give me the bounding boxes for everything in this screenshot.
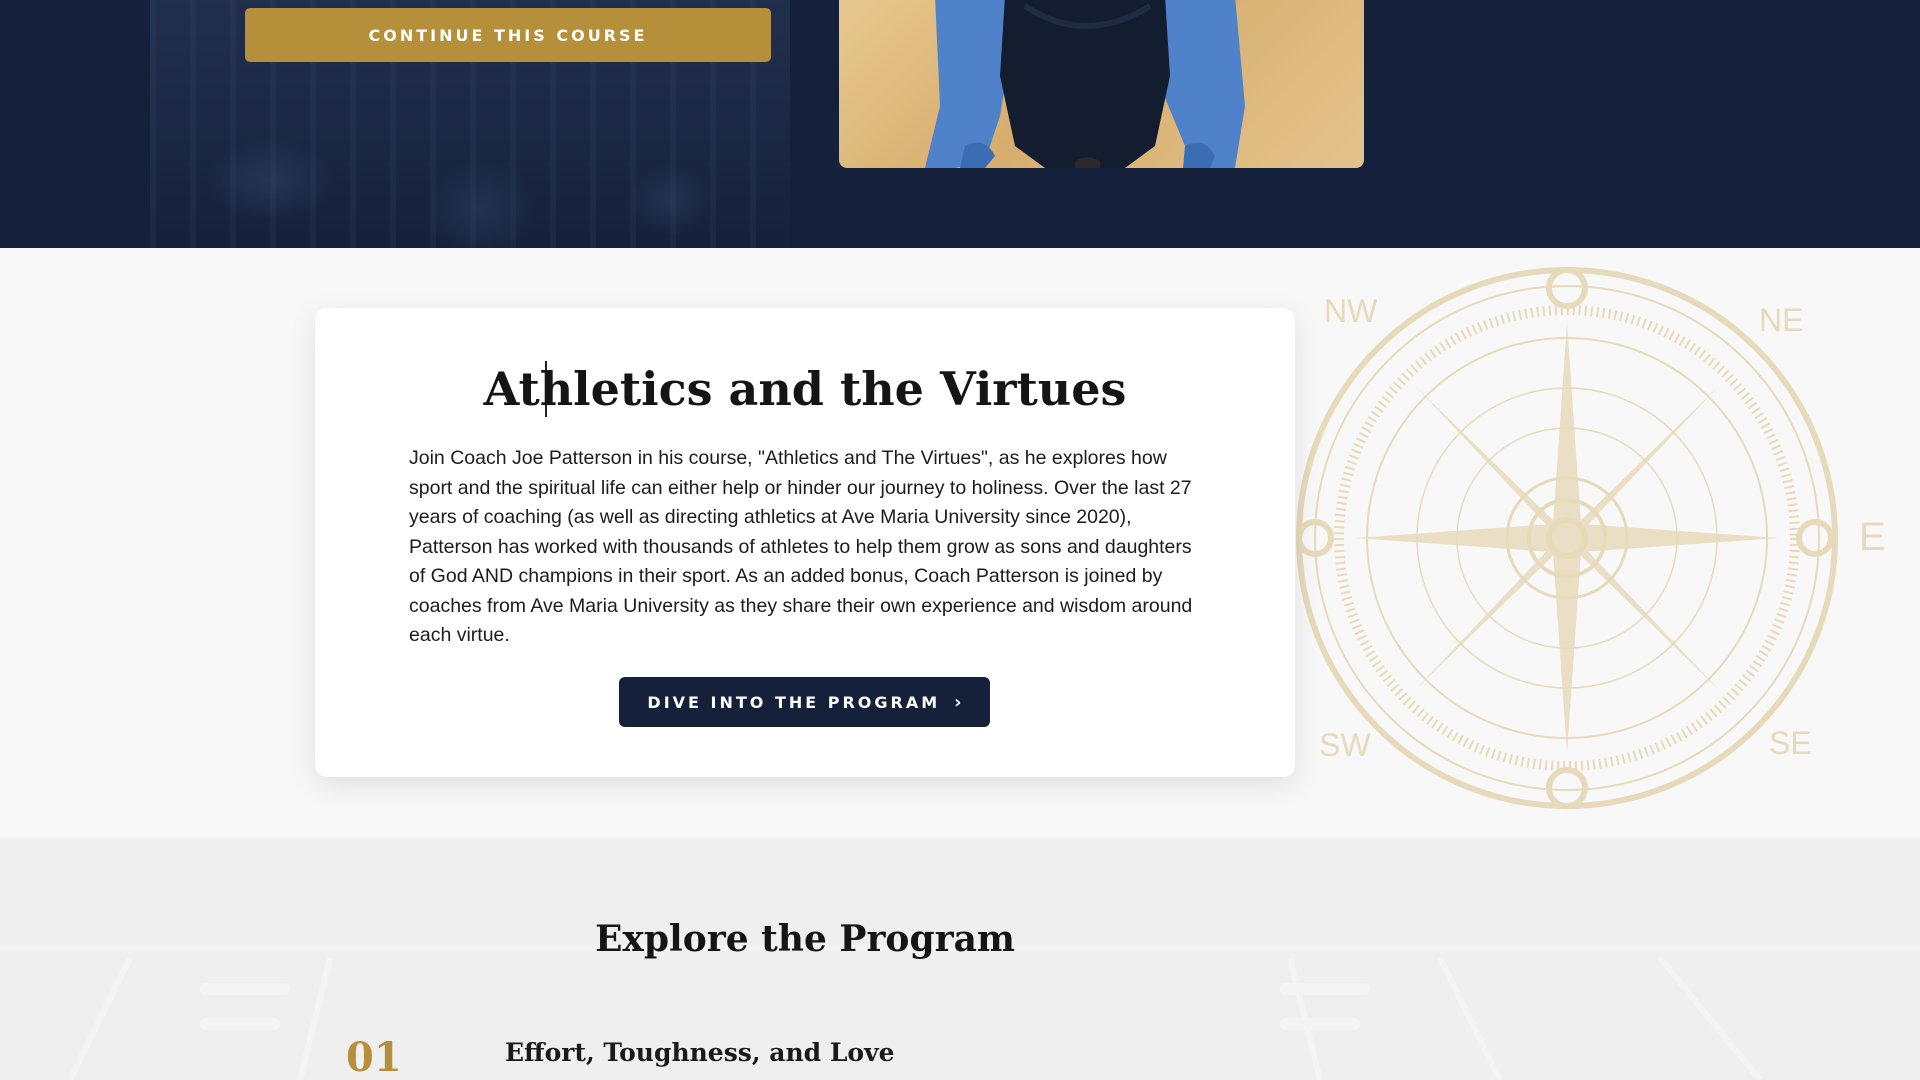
module-title[interactable]: Effort, Toughness, and Love [505,1038,895,1067]
dive-button-label: DIVE INTO THE PROGRAM [647,692,941,712]
explore-section: Explore the Program 01 Effort, Toughness… [0,838,1920,1080]
course-title: Athletics and the Virtues [483,362,1127,416]
chevron-right-icon: › [954,691,962,713]
instructor-photo [839,0,1364,168]
compass-label-e: E [1859,515,1886,559]
compass-label-se: SE [1769,725,1812,761]
continue-course-button[interactable]: CONTINUE THIS COURSE [245,8,771,62]
dive-into-program-button[interactable]: DIVE INTO THE PROGRAM › [619,677,990,727]
instructor-figure [925,0,1245,168]
compass-label-sw: SW [1319,727,1371,763]
module-number: 01 [346,1034,402,1080]
compass-decoration-icon: NW NE SW SE E [1296,267,1886,809]
about-section: NW NE SW SE E Athletics and the Virtues … [0,248,1920,838]
course-description: Join Coach Joe Patterson in his course, … [409,447,1193,646]
hero-section: CONTINUE THIS COURSE [0,0,1920,248]
compass-label-nw: NW [1324,293,1378,329]
explore-title: Explore the Program [594,918,1015,960]
course-intro-card: Athletics and the Virtues Join Coach Joe… [315,308,1295,777]
compass-label-ne: NE [1759,302,1803,338]
